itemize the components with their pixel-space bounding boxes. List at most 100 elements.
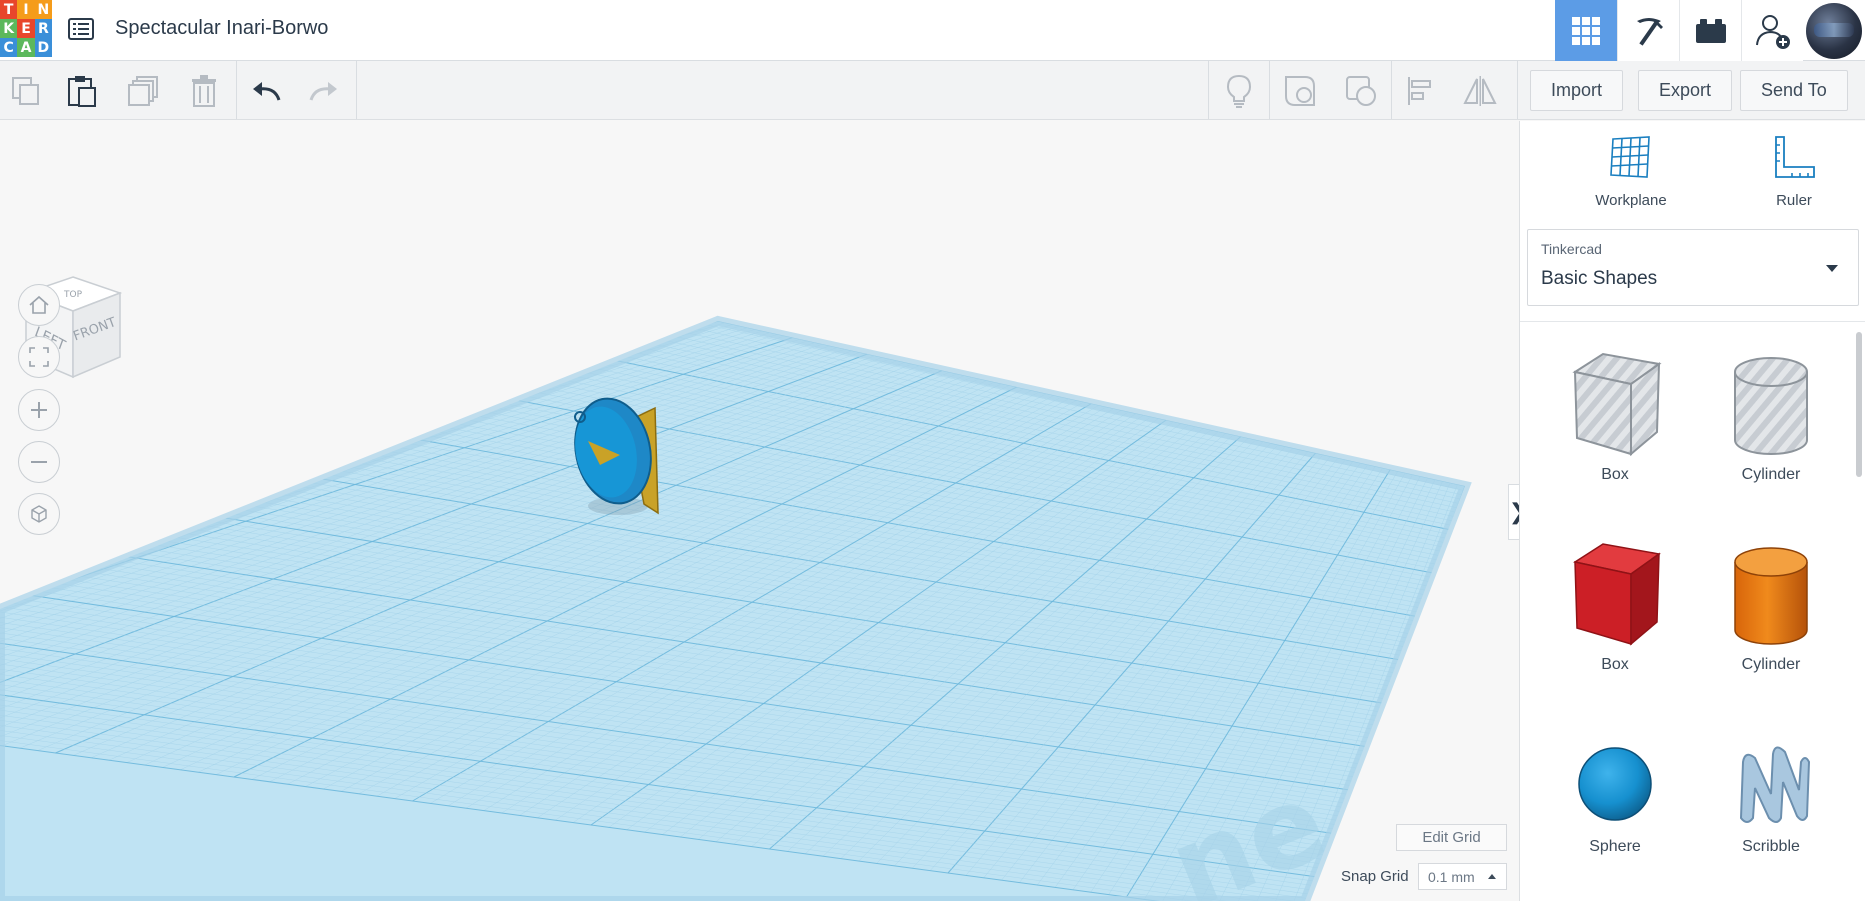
view-cube-top-label: TOP bbox=[63, 290, 83, 300]
ruler-icon bbox=[1775, 136, 1815, 178]
tinkercad-editor: T I N K E R C A D Spectacular Inari-Borw… bbox=[0, 0, 1865, 901]
shape-name: Cylinder bbox=[1741, 466, 1801, 483]
logo-letter: D bbox=[34, 38, 52, 57]
list-icon bbox=[68, 18, 94, 40]
shape-list: Box Cylinder Box Cylinder Sphere Scribbl… bbox=[1520, 321, 1865, 901]
ungroup-shape-icon bbox=[1346, 76, 1376, 106]
delete-button[interactable] bbox=[182, 69, 226, 113]
fit-view-button[interactable] bbox=[18, 336, 60, 378]
mirror-icon bbox=[1463, 76, 1497, 106]
shape-scribble[interactable]: Scribble bbox=[1706, 732, 1836, 892]
plus-icon bbox=[31, 402, 47, 418]
workplane[interactable]: ne bbox=[0, 121, 1519, 901]
avatar-image bbox=[1806, 2, 1862, 59]
logo-letter: R bbox=[34, 19, 52, 38]
logo-letter: A bbox=[17, 38, 35, 57]
3d-design-view-button[interactable] bbox=[1555, 0, 1617, 61]
grid-icon bbox=[1572, 16, 1600, 45]
caret-up-icon bbox=[1488, 874, 1496, 879]
shape-cylinder[interactable]: Cylinder bbox=[1706, 540, 1836, 700]
edit-grid-button[interactable]: Edit Grid bbox=[1396, 824, 1507, 851]
library-value: Basic Shapes bbox=[1541, 268, 1658, 289]
shape-name: Cylinder bbox=[1741, 656, 1801, 673]
duplicate-icon bbox=[128, 76, 158, 106]
shape-sphere[interactable]: Sphere bbox=[1550, 732, 1680, 892]
caret-down-icon bbox=[1826, 265, 1838, 272]
lightbulb-icon bbox=[1226, 74, 1252, 108]
minus-icon bbox=[31, 461, 47, 463]
sphere-blue-icon bbox=[1578, 747, 1652, 821]
bricks-button[interactable] bbox=[1679, 0, 1741, 61]
undo-button[interactable] bbox=[244, 69, 288, 113]
ungroup-button[interactable] bbox=[1339, 69, 1383, 113]
box-red-icon bbox=[1573, 543, 1661, 646]
toolbar-separator bbox=[236, 61, 237, 119]
toolbar-separator bbox=[1208, 61, 1209, 119]
logo-letter: N bbox=[34, 0, 52, 19]
mirror-button[interactable] bbox=[1458, 69, 1502, 113]
toolbar-separator bbox=[1391, 61, 1392, 119]
home-icon bbox=[29, 295, 49, 314]
ruler-tool-button[interactable]: Ruler bbox=[1734, 135, 1854, 209]
shape-box-hole[interactable]: Box bbox=[1550, 350, 1680, 510]
shape-box[interactable]: Box bbox=[1550, 540, 1680, 700]
paste-button[interactable] bbox=[60, 69, 104, 113]
align-button[interactable] bbox=[1398, 69, 1442, 113]
import-button[interactable]: Import bbox=[1530, 70, 1624, 111]
redo-button[interactable] bbox=[302, 69, 346, 113]
logo-letter: C bbox=[0, 38, 18, 57]
shape-name: Sphere bbox=[1589, 838, 1641, 855]
design-title[interactable]: Spectacular Inari-Borwo bbox=[115, 17, 328, 40]
snap-grid-value: 0.1 mm bbox=[1428, 868, 1475, 885]
snap-grid-select[interactable]: 0.1 mm bbox=[1418, 863, 1507, 890]
toolbar-separator bbox=[1269, 61, 1270, 119]
pickaxe-icon bbox=[1636, 17, 1663, 46]
tinkercad-logo[interactable]: T I N K E R C A D bbox=[0, 0, 52, 57]
shape-name: Scribble bbox=[1742, 838, 1800, 855]
group-button[interactable] bbox=[1278, 69, 1322, 113]
export-button[interactable]: Export bbox=[1638, 70, 1733, 111]
cylinder-orange-icon bbox=[1734, 547, 1808, 645]
cylinder-hole-icon bbox=[1734, 357, 1808, 455]
logo-letter: T bbox=[0, 0, 18, 19]
notes-button[interactable] bbox=[1217, 69, 1261, 113]
cube-icon bbox=[31, 505, 47, 523]
perspective-toggle-button[interactable] bbox=[18, 493, 60, 535]
shape-name: Box bbox=[1601, 656, 1629, 673]
redo-icon bbox=[309, 82, 337, 101]
ruler-label: Ruler bbox=[1776, 192, 1812, 209]
send-to-button[interactable]: Send To bbox=[1740, 70, 1848, 111]
edit-toolbar: Import Export Send To bbox=[0, 61, 1865, 120]
trash-icon bbox=[192, 75, 216, 107]
invite-user-button[interactable] bbox=[1741, 0, 1803, 61]
clipboard-icon bbox=[68, 76, 96, 107]
logo-letter: E bbox=[17, 19, 35, 38]
shape-cylinder-hole[interactable]: Cylinder bbox=[1706, 350, 1836, 510]
home-view-button[interactable] bbox=[18, 284, 60, 326]
workplane-tool-button[interactable]: Workplane bbox=[1571, 135, 1691, 209]
group-shape-icon bbox=[1285, 76, 1315, 106]
top-bar: T I N K E R C A D Spectacular Inari-Borw… bbox=[0, 0, 1865, 61]
logo-letter: K bbox=[0, 19, 18, 38]
3d-viewport[interactable]: ne TOP LEFT FRONT bbox=[0, 121, 1519, 901]
top-right-controls bbox=[1555, 0, 1865, 61]
brick-icon bbox=[1695, 18, 1726, 43]
logo-letter: I bbox=[17, 0, 35, 19]
undo-icon bbox=[253, 82, 281, 101]
copy-button[interactable] bbox=[4, 69, 48, 113]
shape-name: Box bbox=[1601, 466, 1629, 483]
zoom-in-button[interactable] bbox=[18, 389, 60, 431]
user-avatar[interactable] bbox=[1803, 0, 1865, 61]
shape-list-scrollbar[interactable] bbox=[1856, 332, 1862, 477]
design-list-button[interactable] bbox=[66, 14, 96, 44]
blocks-pickaxe-button[interactable] bbox=[1617, 0, 1679, 61]
snap-grid-label: Snap Grid bbox=[1341, 868, 1409, 885]
shape-library-select[interactable]: Tinkercad Basic Shapes bbox=[1527, 229, 1859, 306]
library-category: Tinkercad bbox=[1541, 241, 1602, 257]
workplane-grid-icon bbox=[1610, 136, 1650, 178]
add-user-icon bbox=[1755, 14, 1790, 49]
fit-icon bbox=[29, 347, 49, 367]
duplicate-button[interactable] bbox=[122, 69, 166, 113]
shapes-sidebar: Workplane Ruler Tinkercad Basic Shapes B… bbox=[1519, 121, 1865, 901]
zoom-out-button[interactable] bbox=[18, 441, 60, 483]
